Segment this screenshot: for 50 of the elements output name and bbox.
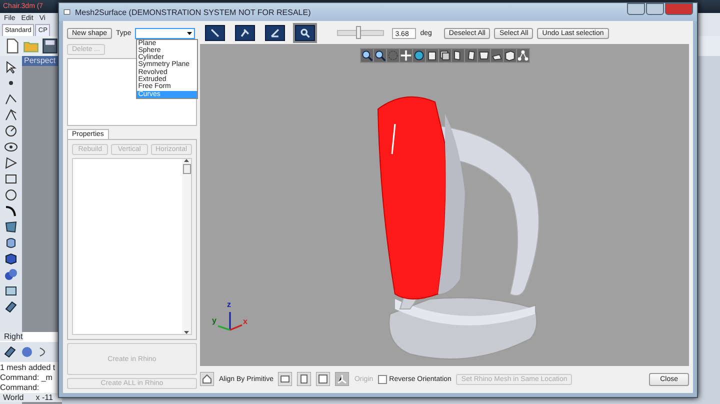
3d-viewport[interactable]: z y x: [200, 44, 689, 366]
view-side-icon[interactable]: [297, 372, 312, 386]
dialog-title: Mesh2Surface (DEMONSTRATION SYSTEM NOT FOR RESALE): [75, 8, 312, 16]
pan-icon[interactable]: [400, 49, 412, 62]
surface-icon[interactable]: [4, 220, 18, 234]
mesh-icon[interactable]: [4, 300, 18, 314]
axis-label: y: [212, 316, 216, 325]
mesh-icon[interactable]: [3, 345, 17, 359]
status-text: x -11: [36, 393, 53, 402]
home-icon[interactable]: [200, 372, 214, 386]
zoom-out-icon[interactable]: [374, 49, 386, 62]
command-line: Command: _m: [0, 373, 54, 382]
maximize-button[interactable]: [646, 3, 664, 15]
arrow-icon[interactable]: [4, 60, 18, 74]
new-file-icon[interactable]: [4, 38, 20, 54]
polygon-icon[interactable]: [4, 156, 18, 170]
zoom-in-icon[interactable]: [360, 49, 372, 62]
zoom-extents-icon[interactable]: [412, 49, 424, 62]
mode-button[interactable]: [205, 25, 226, 41]
status-text: World: [3, 393, 24, 402]
cube-icon[interactable]: [4, 252, 18, 266]
mode-button[interactable]: [235, 25, 256, 41]
axis-label: z: [227, 300, 231, 309]
mode-button[interactable]: [265, 25, 286, 41]
scroll-down-icon[interactable]: [184, 331, 189, 334]
ellipse-icon[interactable]: [4, 140, 18, 154]
scroll-up-icon[interactable]: [184, 159, 189, 162]
arc-icon[interactable]: [4, 124, 18, 138]
viewport-tab[interactable]: Right: [0, 332, 23, 341]
circle-icon[interactable]: [4, 188, 18, 202]
command-line: 1 mesh added t: [0, 363, 56, 372]
save-icon[interactable]: [42, 38, 58, 54]
origin-icon[interactable]: [335, 372, 350, 386]
axis-label: x: [243, 317, 248, 326]
mode-button[interactable]: [295, 25, 316, 41]
view-top-icon[interactable]: [316, 372, 330, 386]
scrollbar[interactable]: [182, 159, 191, 334]
search-icon: [299, 27, 312, 39]
scrollbar-thumb[interactable]: [182, 164, 190, 174]
polyline-icon[interactable]: [4, 92, 18, 106]
view-front-icon[interactable]: [278, 372, 292, 386]
slider-thumb[interactable]: [356, 26, 362, 39]
hierarchy-icon[interactable]: [516, 49, 528, 62]
minimize-button[interactable]: [627, 3, 645, 15]
line-icon: [209, 27, 222, 39]
angle-icon: [269, 27, 282, 39]
rectangle-icon[interactable]: [4, 172, 18, 186]
command-line: Command:: [0, 383, 40, 392]
window-icon: [63, 8, 71, 16]
checkbox[interactable]: [378, 374, 388, 384]
